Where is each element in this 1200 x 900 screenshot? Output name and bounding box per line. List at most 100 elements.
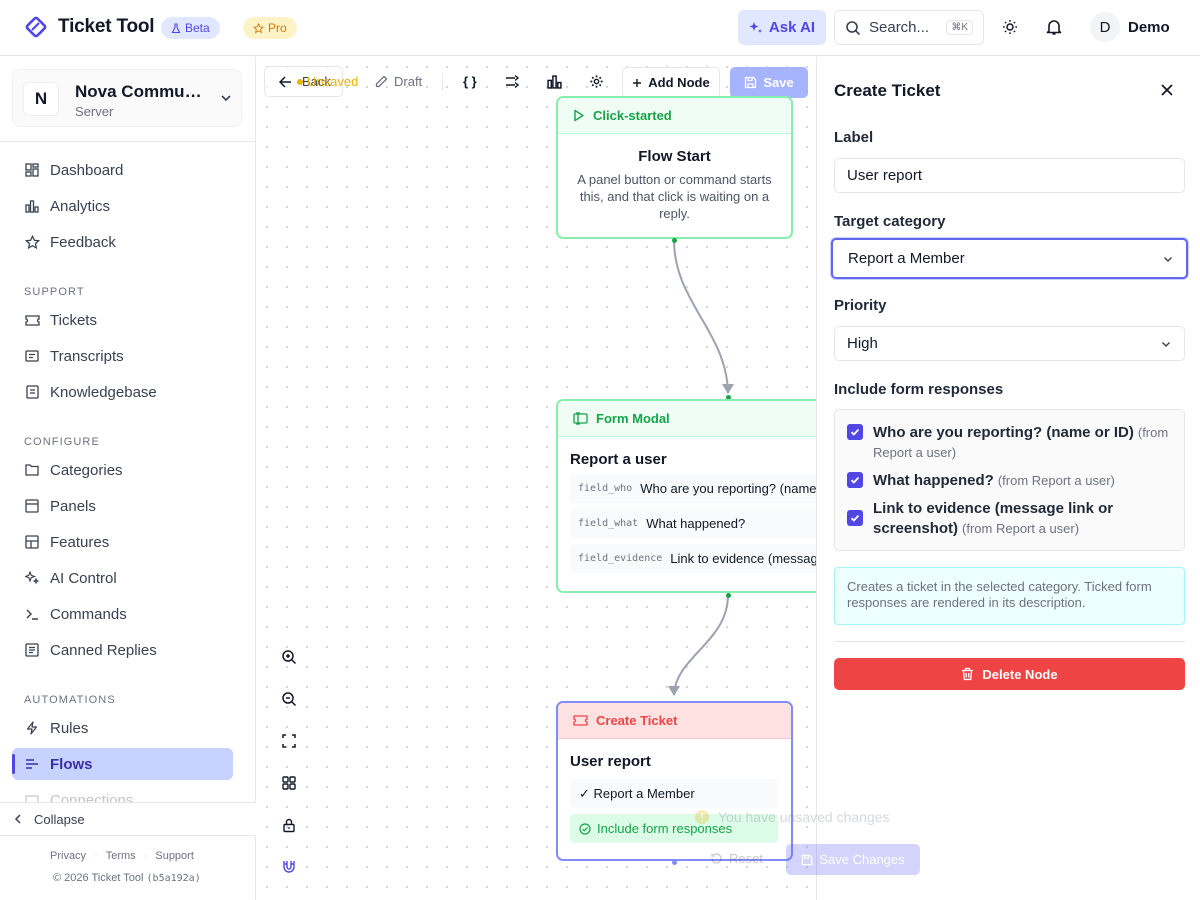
snap-magnet-icon[interactable] [279,857,299,877]
checkbox-checked-icon[interactable] [847,424,863,440]
notifications-bell-icon[interactable] [1043,16,1065,38]
pro-label: Pro [268,21,287,35]
search-icon [845,20,861,36]
form-icon [573,412,588,425]
target-category-select[interactable]: Report a Member [831,238,1188,279]
add-node-button[interactable]: Add Node [622,67,720,98]
sidebar-item-feedback[interactable]: Feedback [12,226,233,258]
checkbox-checked-icon[interactable] [847,472,863,488]
reset-button[interactable]: Reset [710,851,763,866]
categories-icon [24,462,40,478]
sidebar-item-label: Dashboard [50,161,124,179]
sidebar-item-dashboard[interactable]: Dashboard [12,154,233,186]
sidebar-item-label: Panels [50,497,96,515]
zoom-in-icon[interactable] [279,647,299,667]
sidebar-item-commands[interactable]: Commands [12,598,233,630]
privacy-link[interactable]: Privacy [50,850,86,862]
node-title: User report [570,753,651,770]
toast-message: You have unsaved changes [694,809,890,825]
terms-link[interactable]: Terms [106,850,136,862]
response-checkbox-who[interactable]: Who are you reporting? (name or ID) (from… [847,423,1177,463]
draft-status[interactable]: Draft [375,74,422,89]
sidebar-item-knowledgebase[interactable]: Knowledgebase [12,376,233,408]
fit-view-icon[interactable] [279,731,299,751]
sidebar-item-features[interactable]: Features [12,526,233,558]
check-circle-icon [579,822,591,835]
form-field-row: field_who Who are you reporting? (name o… [570,474,816,503]
sidebar-item-tickets[interactable]: Tickets [12,304,233,336]
zoom-out-icon[interactable] [279,689,299,709]
footer-links: Privacy · Terms · Support [50,850,194,862]
server-avatar: N [23,82,59,116]
sidebar-item-label: Canned Replies [50,641,157,659]
node-output-handle[interactable] [672,860,677,865]
arrow-left-icon [279,75,292,88]
sparkle-icon [749,21,763,35]
sidebar-item-ai-control[interactable]: AI Control [12,562,233,594]
beta-badge: Beta [161,17,220,39]
unsaved-indicator: Unsaved [297,74,358,89]
priority-field-label: Priority [834,297,887,314]
response-checkbox-evidence[interactable]: Link to evidence (message link or screen… [847,499,1147,539]
lock-icon[interactable] [279,815,299,835]
node-type-label: Create Ticket [596,713,678,728]
sidebar-item-canned-replies[interactable]: Canned Replies [12,634,233,666]
minimap-grid-icon[interactable] [279,773,299,793]
sidebar-item-categories[interactable]: Categories [12,454,233,486]
chevron-down-icon [1160,338,1172,350]
sidebar-item-rules[interactable]: Rules [12,712,233,744]
reply-icon [24,642,40,658]
response-checkbox-what[interactable]: What happened? (from Report a user) [847,471,1177,491]
node-type-label: Form Modal [596,411,670,426]
node-header: Click-started [558,98,791,134]
edge-arrow [668,686,680,696]
plus-icon [632,78,642,88]
response-label: What happened? [873,472,994,489]
node-output-handle[interactable] [726,593,731,598]
sidebar-item-flows[interactable]: Flows [12,748,233,780]
save-changes-button[interactable]: Save Changes [786,844,920,875]
copyright-text: © 2026 Ticket Tool [53,872,144,884]
priority-select[interactable]: High [834,326,1185,361]
theme-toggle-sun-icon[interactable] [999,16,1021,38]
json-view-braces-icon[interactable]: { } [463,74,477,89]
node-output-handle[interactable] [672,238,677,243]
toolbar-divider [442,73,443,91]
ticket-tool-logo-icon[interactable] [24,15,48,39]
target-category-value: Report a Member [848,250,965,267]
priority-value: High [847,335,878,352]
search-input[interactable]: Search... ⌘K [834,10,984,45]
panel-title: Create Ticket [834,81,941,100]
checkbox-checked-icon[interactable] [847,510,863,526]
node-form-modal[interactable]: Form Modal Report a user field_who Who a… [556,399,816,593]
build-hash: (b5a192a) [146,873,201,884]
ticket-icon [573,714,588,727]
app-name[interactable]: Ticket Tool [58,16,155,38]
flask-icon [171,22,181,34]
analytics-bar-chart-icon[interactable] [547,74,562,89]
form-field-row: field_what What happened? [570,509,816,538]
sidebar-item-transcripts[interactable]: Transcripts [12,340,233,372]
sidebar-item-label: Knowledgebase [50,383,157,401]
save-button[interactable]: Save [730,67,808,98]
auto-layout-icon[interactable] [505,74,520,89]
settings-gear-icon[interactable] [589,74,604,89]
sidebar-item-analytics[interactable]: Analytics [12,190,233,222]
flow-canvas[interactable]: Back Unsaved Draft { } Add Node Save Cli… [257,57,816,900]
node-flow-start[interactable]: Click-started Flow Start A panel button … [556,96,793,239]
user-avatar[interactable]: D [1090,12,1120,42]
label-input[interactable]: User report [834,158,1185,193]
section-label-automations: AUTOMATIONS [24,694,116,706]
server-switcher[interactable]: N Nova Community Server [12,69,242,127]
support-link[interactable]: Support [155,850,194,862]
ask-ai-button[interactable]: Ask AI [738,10,826,45]
save-label: Save [763,75,794,90]
collapse-sidebar-button[interactable]: Collapse [0,802,256,836]
node-header: Form Modal [558,401,816,437]
delete-node-button[interactable]: Delete Node [834,658,1185,690]
node-header: Create Ticket [558,703,791,739]
close-icon[interactable] [1159,82,1175,98]
sidebar-item-panels[interactable]: Panels [12,490,233,522]
beta-label: Beta [185,21,210,35]
user-name[interactable]: Demo [1128,19,1170,36]
